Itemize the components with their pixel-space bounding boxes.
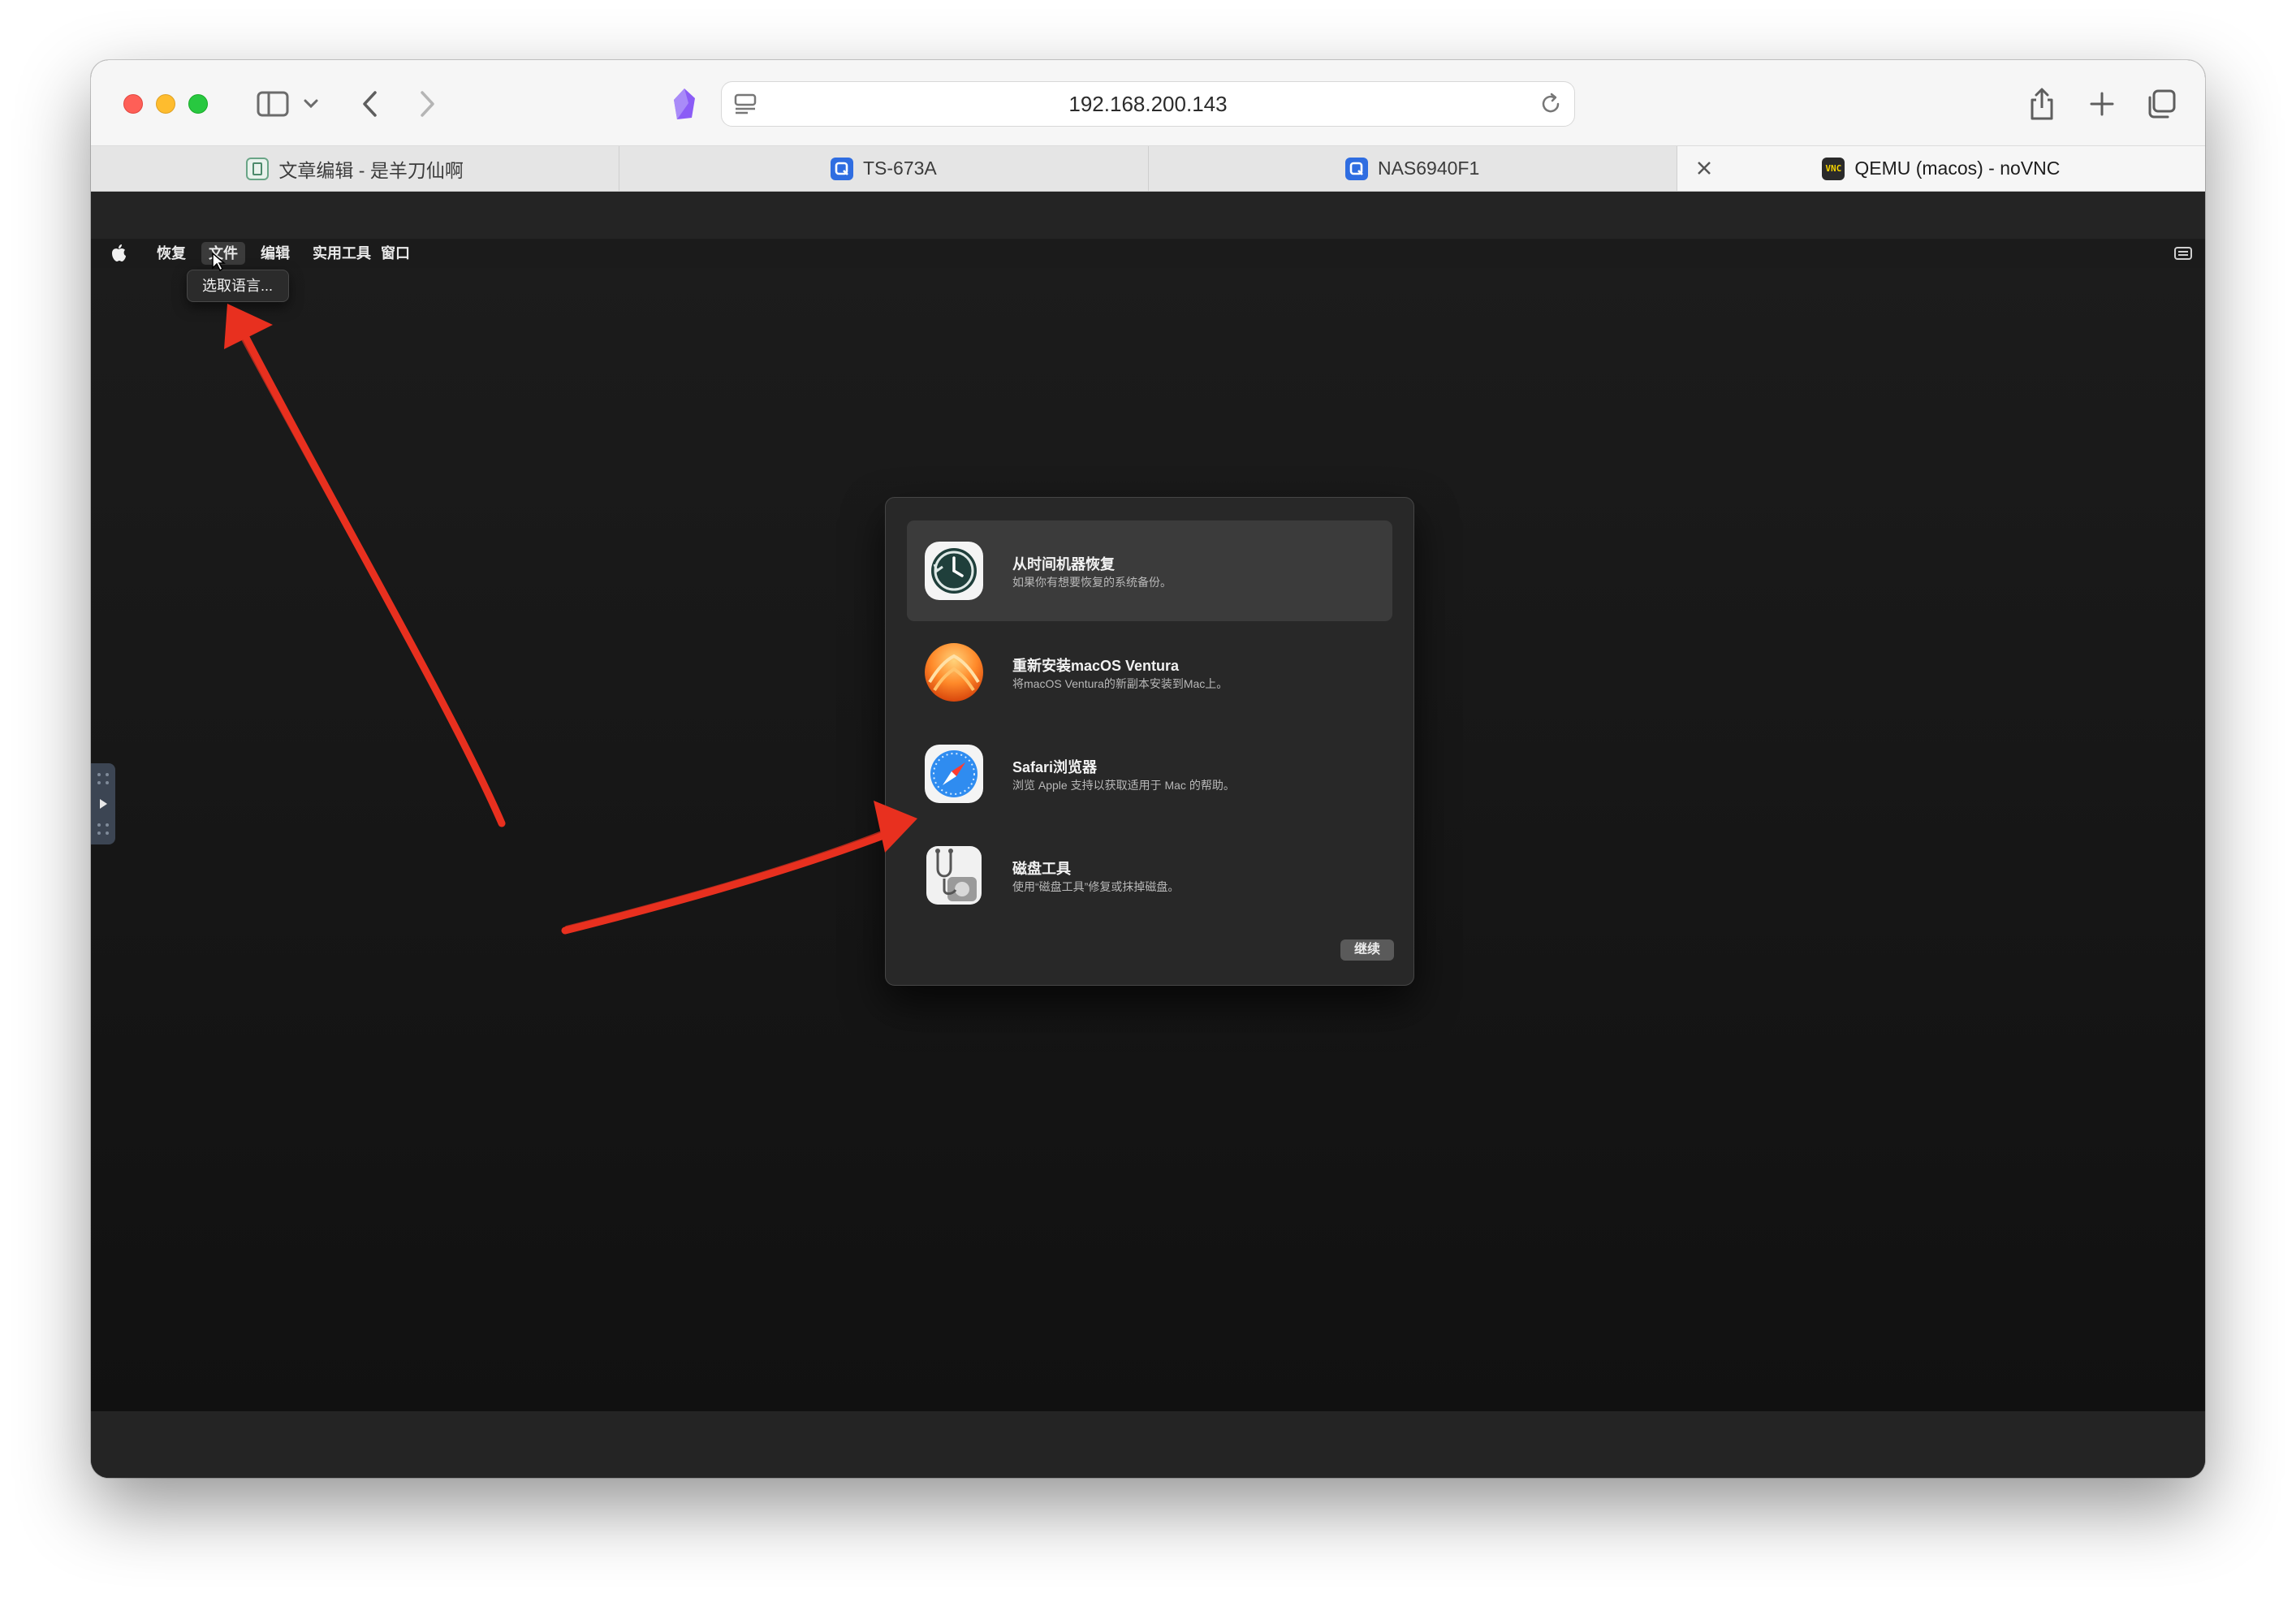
window-minimize-button[interactable] [156, 94, 175, 114]
address-bar[interactable]: 192.168.200.143 [721, 81, 1575, 127]
chevron-down-icon [304, 99, 318, 109]
browser-toolbar: 192.168.200.143 [91, 60, 2205, 146]
menu-edit[interactable]: 编辑 [253, 242, 297, 265]
tab-label: NAS6940F1 [1377, 158, 1480, 179]
tab-overview-button[interactable] [2140, 83, 2182, 125]
plus-icon [2090, 92, 2114, 116]
tab-qemu-novnc[interactable]: VNC QEMU (macos) - noVNC [1677, 146, 2205, 191]
tab-nas6940f1[interactable]: NAS6940F1 [1149, 146, 1677, 191]
vnc-viewport[interactable]: 恢复 文件 编辑 实用工具 窗口 选取语言... 从时间机器恢复 如果你有想要恢… [91, 192, 2205, 1478]
option-description: 使用“磁盘工具”修复或抹掉磁盘。 [1012, 880, 1180, 893]
input-menu-icon[interactable] [2174, 246, 2192, 265]
option-reinstall-macos[interactable]: 重新安装macOS Ventura 将macOS Ventura的新副本安装到M… [907, 622, 1392, 723]
macos-ventura-icon [925, 643, 983, 702]
continue-button[interactable]: 继续 [1340, 939, 1394, 961]
vnc-icon: VNC [1822, 157, 1845, 180]
option-description: 如果你有想要恢复的系统备份。 [1012, 576, 1172, 589]
tab-article-editor[interactable]: 文章编辑 - 是羊刀仙啊 [91, 146, 620, 191]
option-time-machine[interactable]: 从时间机器恢复 如果你有想要恢复的系统备份。 [907, 520, 1392, 621]
window-close-button[interactable] [123, 94, 143, 114]
recovery-options-dialog: 从时间机器恢复 如果你有想要恢复的系统备份。 重新安装macOS Ventura… [885, 497, 1414, 986]
sidebar-toggle-button[interactable] [250, 83, 296, 125]
macos-menubar: 恢复 文件 编辑 实用工具 窗口 [91, 239, 2205, 268]
option-title: Safari浏览器 [1012, 759, 1098, 775]
option-safari[interactable]: Safari浏览器 浏览 Apple 支持以获取适用于 Mac 的帮助。 [907, 723, 1392, 824]
menu-recovery[interactable]: 恢复 [149, 242, 193, 265]
option-title: 重新安装macOS Ventura [1012, 658, 1180, 674]
chevron-left-icon [363, 91, 377, 117]
menu-item-choose-language[interactable]: 选取语言... [202, 278, 273, 294]
mouse-cursor-icon [212, 252, 226, 272]
qnap-icon [830, 157, 853, 180]
option-title: 从时间机器恢复 [1012, 556, 1115, 572]
vnc-bottom-strip [91, 1411, 2205, 1478]
menu-utilities[interactable]: 实用工具 [305, 242, 378, 265]
chevron-right-icon [421, 91, 434, 117]
qnap-icon [1344, 157, 1368, 180]
window-zoom-button[interactable] [188, 94, 208, 114]
forward-button[interactable] [408, 83, 448, 125]
sidebar-icon [257, 91, 289, 117]
close-tab-icon[interactable] [1694, 158, 1715, 184]
tab-label: TS-673A [862, 158, 937, 179]
option-description: 浏览 Apple 支持以获取适用于 Mac 的帮助。 [1012, 779, 1235, 792]
safari-icon [925, 745, 983, 803]
novnc-control-bar-handle[interactable] [91, 763, 115, 844]
extension-button[interactable] [664, 83, 705, 125]
url-text: 192.168.200.143 [1068, 91, 1228, 116]
share-icon [2031, 88, 2053, 120]
apple-menu-icon[interactable] [110, 244, 127, 267]
option-title: 磁盘工具 [1012, 861, 1071, 877]
disk-utility-icon [926, 846, 982, 905]
obsidian-extension-icon [674, 89, 695, 119]
tab-label: 文章编辑 - 是羊刀仙啊 [278, 159, 464, 181]
share-button[interactable] [2022, 83, 2062, 125]
document-icon [246, 157, 270, 180]
option-description: 将macOS Ventura的新副本安装到Mac上。 [1012, 677, 1228, 690]
grip-icon [97, 773, 109, 835]
tab-group-dropdown-button[interactable] [299, 83, 323, 125]
tab-ts-673a[interactable]: TS-673A [619, 146, 1149, 191]
back-button[interactable] [349, 83, 390, 125]
tab-label: QEMU (macos) - noVNC [1854, 158, 2061, 179]
tab-overview-icon [2148, 89, 2176, 119]
safari-window: 192.168.200.143 文章编辑 - 是羊刀仙啊 TS-673A NAS… [91, 60, 2205, 1478]
time-machine-icon [925, 542, 983, 600]
new-tab-button[interactable] [2082, 83, 2122, 125]
menu-window[interactable]: 窗口 [373, 242, 417, 265]
tab-bar: 文章编辑 - 是羊刀仙啊 TS-673A NAS6940F1 VNC QEMU [91, 146, 2205, 192]
file-menu-dropdown: 选取语言... [187, 270, 289, 302]
option-disk-utility[interactable]: 磁盘工具 使用“磁盘工具”修复或抹掉磁盘。 [907, 825, 1392, 926]
macos-recovery-screen: 恢复 文件 编辑 实用工具 窗口 选取语言... 从时间机器恢复 如果你有想要恢… [91, 239, 2205, 1411]
reload-icon[interactable] [1539, 92, 1563, 120]
